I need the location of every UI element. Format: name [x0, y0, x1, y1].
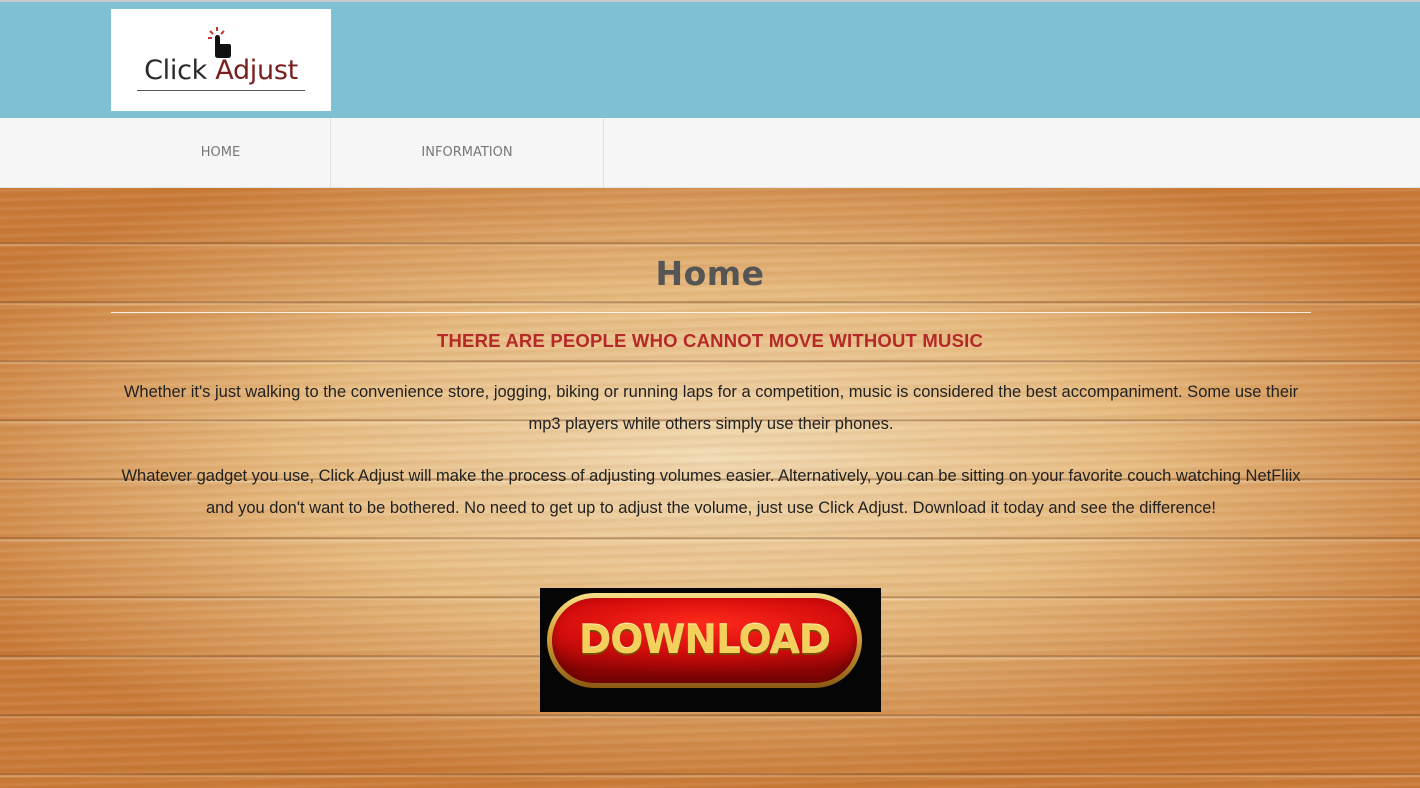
main-content: Home THERE ARE PEOPLE WHO CANNOT MOVE WI…	[0, 188, 1420, 788]
page-title: Home	[655, 254, 765, 293]
download-label: DOWNLOAD	[578, 618, 831, 663]
logo-text: Click Adjust	[111, 55, 331, 86]
nav-item-information[interactable]: INFORMATION	[331, 118, 604, 188]
title-divider	[111, 312, 1311, 313]
download-pill: DOWNLOAD	[547, 593, 862, 688]
nav-item-home[interactable]: HOME	[111, 118, 331, 188]
download-button[interactable]: DOWNLOAD	[540, 588, 881, 712]
body-paragraph: Whatever gadget you use, Click Adjust wi…	[121, 467, 1301, 517]
logo-text-adjust: Adjust	[215, 55, 298, 86]
site-header: Click Adjust	[0, 0, 1420, 118]
pointing-hand-icon	[208, 27, 231, 58]
headline: THERE ARE PEOPLE WHO CANNOT MOVE WITHOUT…	[436, 330, 984, 351]
download-pill-inner: DOWNLOAD	[552, 598, 857, 683]
intro-paragraph: Whether it's just walking to the conveni…	[123, 383, 1299, 433]
main-nav: HOME INFORMATION	[0, 118, 1420, 188]
logo-text-click: Click	[144, 55, 207, 86]
site-logo[interactable]: Click Adjust	[111, 9, 331, 111]
logo-underline	[137, 90, 305, 91]
